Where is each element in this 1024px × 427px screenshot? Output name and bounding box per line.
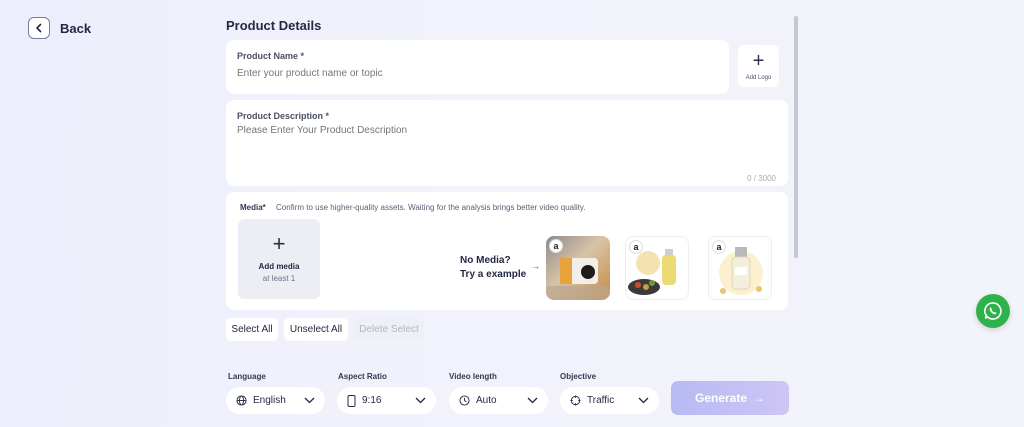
product-name-card: Product Name * (226, 40, 729, 94)
aspect-ratio-label: Aspect Ratio (338, 372, 387, 381)
select-all-button[interactable]: Select All (226, 318, 278, 341)
chevron-down-icon (415, 397, 426, 404)
chevron-down-icon (304, 397, 315, 404)
language-value: English (253, 395, 286, 406)
video-length-select[interactable]: Auto (449, 387, 548, 414)
plus-icon: + (272, 231, 286, 256)
phone-portrait-icon (347, 394, 356, 407)
product-description-input[interactable] (237, 125, 767, 136)
generate-button[interactable]: Generate → (671, 381, 789, 415)
product-description-card: Product Description * 0 / 3000 (226, 100, 788, 186)
chevron-left-icon (28, 17, 50, 39)
arrow-right-icon: → (753, 391, 766, 405)
amazon-badge-icon: a (629, 240, 643, 254)
objective-select[interactable]: Traffic (560, 387, 659, 414)
add-media-title: Add media (258, 262, 300, 271)
unselect-all-button[interactable]: Unselect All (284, 318, 348, 341)
product-name-input[interactable] (237, 68, 707, 79)
language-label: Language (228, 372, 266, 381)
product-name-label: Product Name * (237, 51, 305, 61)
generate-label: Generate (694, 391, 748, 405)
crosshair-icon (570, 395, 581, 406)
plus-icon: + (752, 49, 765, 72)
back-label: Back (60, 20, 92, 36)
no-media-line2: Try a example (460, 269, 527, 280)
media-hint: Confirm to use higher-quality assets. Wa… (276, 203, 586, 212)
objective-value: Traffic (587, 395, 615, 406)
aspect-ratio-select[interactable]: 9:16 (337, 387, 436, 414)
back-button[interactable]: Back (28, 17, 91, 39)
media-header: Media* Confirm to use higher-quality ass… (240, 203, 586, 212)
add-media-subtitle: at least 1 (262, 274, 296, 283)
add-logo-button[interactable]: + Add Logo (738, 45, 779, 87)
video-length-value: Auto (476, 395, 497, 406)
media-card: Media* Confirm to use higher-quality ass… (226, 192, 788, 310)
media-label: Media* (240, 203, 266, 212)
description-char-counter: 0 / 3000 (747, 174, 776, 183)
no-media-prompt: No Media? Try a example (460, 254, 526, 282)
amazon-badge-icon: a (712, 240, 726, 254)
chevron-down-icon (527, 397, 538, 404)
delete-select-button[interactable]: Delete Select (354, 318, 424, 341)
add-logo-label: Add Logo (745, 74, 772, 81)
globe-icon (236, 395, 247, 406)
whatsapp-icon (984, 302, 1002, 320)
clock-icon (459, 395, 470, 406)
example-media-projector[interactable]: a (546, 236, 610, 300)
page-title: Product Details (226, 18, 322, 33)
chevron-down-icon (638, 397, 649, 404)
scrollbar-thumb[interactable] (794, 16, 798, 258)
arrow-right-icon: → (531, 261, 540, 271)
amazon-badge-icon: a (549, 239, 563, 253)
video-length-label: Video length (449, 372, 497, 381)
add-media-button[interactable]: + Add media at least 1 (238, 219, 320, 299)
no-media-line1: No Media? (460, 255, 511, 266)
product-description-label: Product Description * (237, 111, 330, 121)
language-select[interactable]: English (226, 387, 325, 414)
aspect-ratio-value: 9:16 (362, 395, 382, 406)
objective-label: Objective (560, 372, 597, 381)
example-media-serum[interactable]: a (708, 236, 772, 300)
example-media-oil-sprayer[interactable]: a (625, 236, 689, 300)
whatsapp-chat-button[interactable] (976, 294, 1010, 328)
